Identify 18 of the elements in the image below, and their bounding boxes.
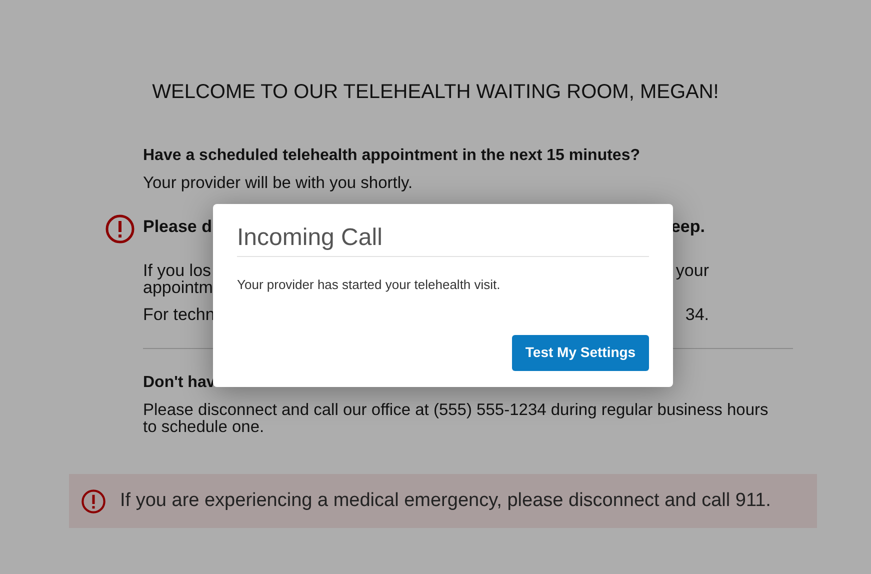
- section-heading: Have a scheduled telehealth appointment in the next 15 minutes?: [143, 146, 640, 166]
- dialog-message: Your provider has started your telehealth visit.: [237, 276, 502, 294]
- warning-icon: [105, 214, 135, 244]
- dialog-title: Incoming Call: [237, 224, 649, 257]
- section-heading: Don't hav: [143, 373, 216, 393]
- section-text: 34.: [685, 306, 709, 323]
- test-settings-button[interactable]: Test My Settings: [512, 334, 649, 370]
- section-text: your: [676, 262, 709, 279]
- section-text: For techn: [143, 306, 215, 323]
- section-text: appointm: [143, 279, 213, 296]
- emergency-text: If you are experiencing a medical emergency, please disconnect and call 911.: [120, 488, 771, 513]
- section-text: Your provider will be with you shortly.: [143, 175, 414, 192]
- page-title: WELCOME TO OUR TELEHEALTH WAITING ROOM, MEGAN!: [152, 80, 719, 104]
- warning-icon: [81, 488, 106, 514]
- warning-heading: Please d: [143, 216, 212, 238]
- section-text: Please disconnect and call our office at (555) 555-1234 during regular business hours to schedule one.: [143, 402, 770, 436]
- warning-heading: eep.: [670, 216, 705, 238]
- section-text: If you los: [143, 262, 212, 279]
